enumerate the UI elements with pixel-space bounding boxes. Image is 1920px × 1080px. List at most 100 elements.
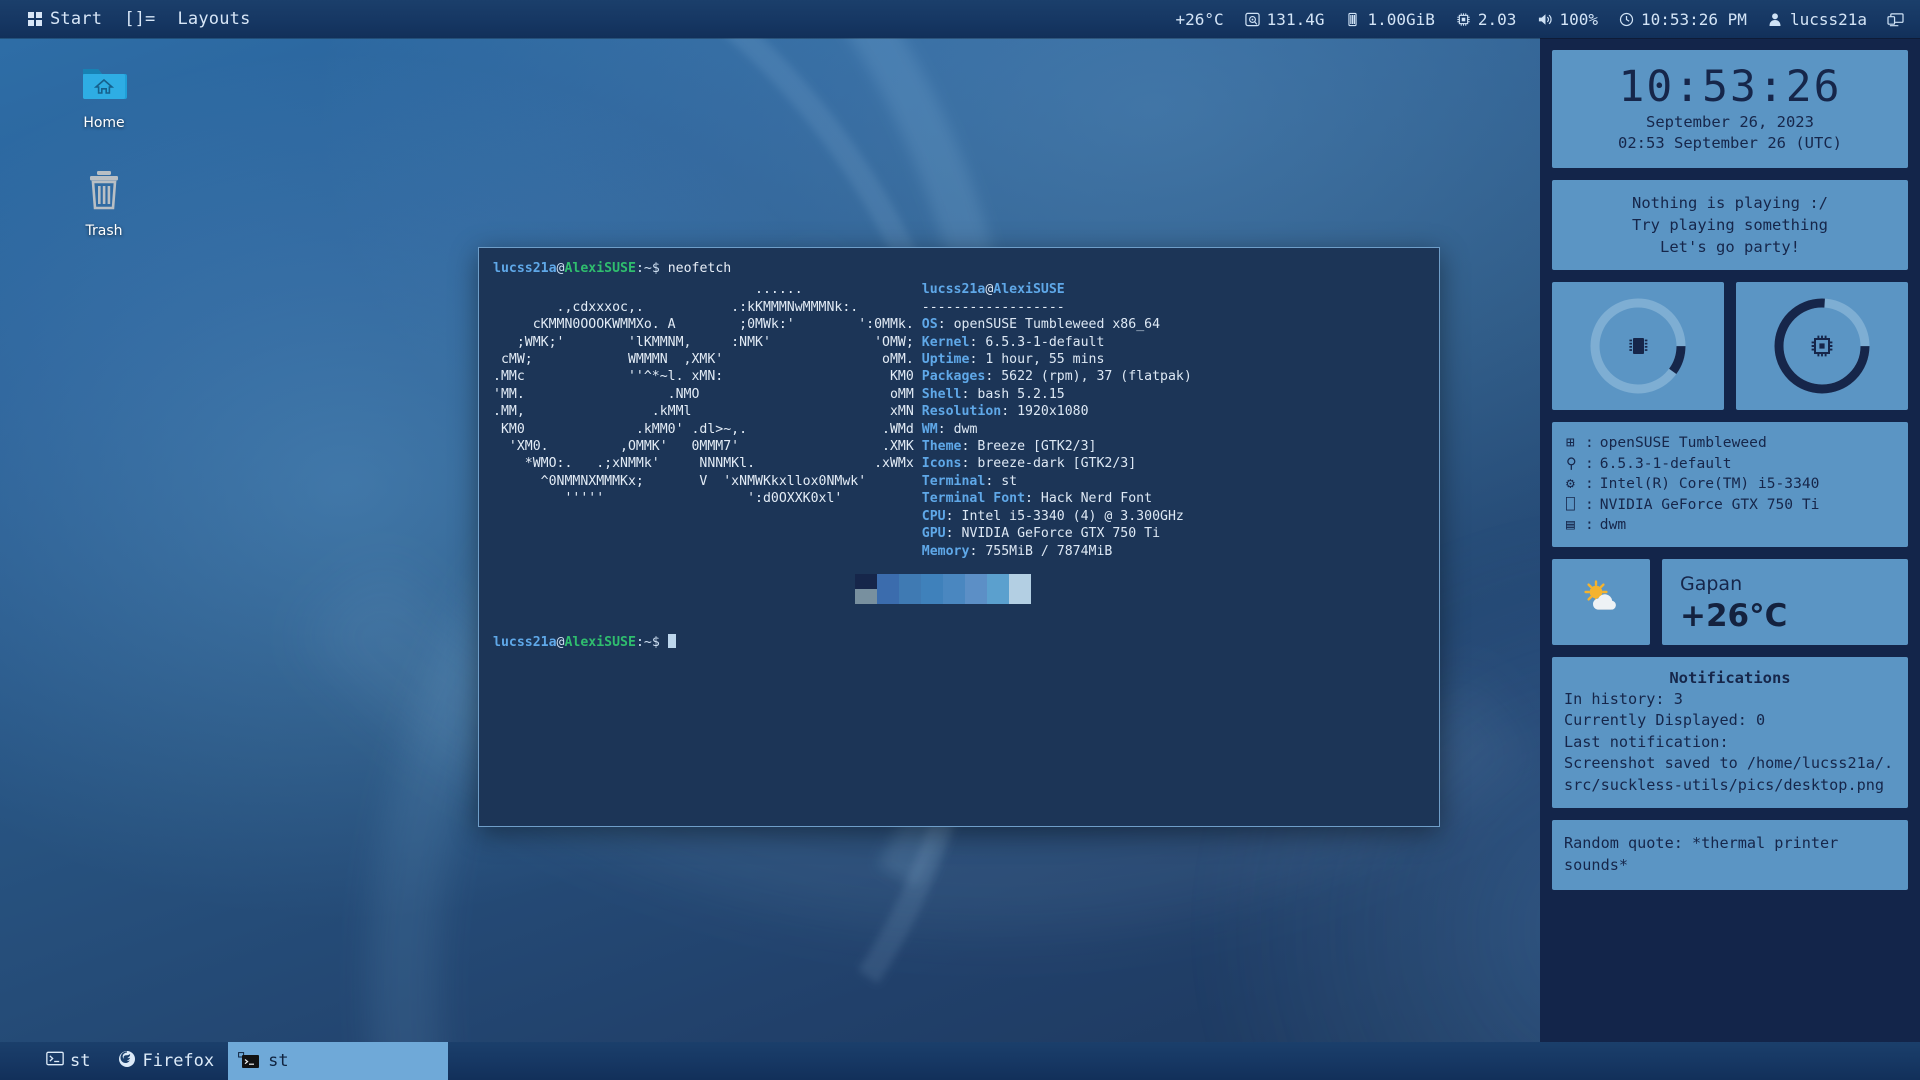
status-user[interactable]: lucss21a	[1767, 10, 1867, 29]
neofetch-ascii-art: ...... .,cdxxxoc,. .:kKMMMNwMMMNk:. cKMM…	[493, 282, 914, 507]
taskbar: st Firefox st	[0, 1042, 1920, 1080]
status-disk[interactable]: 131.4G	[1244, 10, 1324, 29]
neofetch-info-rows: OS: openSUSE Tumbleweed x86_64 Kernel: 6.…	[922, 316, 1192, 560]
speaker-icon	[1536, 11, 1553, 28]
palette-swatch	[877, 573, 899, 589]
terminal-icon	[46, 1051, 64, 1071]
status-volume[interactable]: 100%	[1536, 10, 1598, 29]
weather-city: Gapan	[1680, 572, 1743, 595]
neofetch-row: OS: openSUSE Tumbleweed x86_64	[921, 317, 1161, 333]
taskbar-window-st[interactable]: st	[228, 1042, 449, 1080]
neofetch-row: WM: dwm	[921, 421, 978, 437]
trash-icon	[56, 164, 152, 216]
neofetch-row-key: GPU	[921, 526, 946, 542]
palette-row-dim	[855, 588, 1425, 604]
palette-swatch	[965, 573, 987, 589]
final-prompt-host: AlexiSUSE	[564, 634, 636, 650]
neofetch-row-value: Hack Nerd Font	[1040, 491, 1153, 507]
firefox-icon	[118, 1050, 136, 1073]
neofetch-row-key: Icons	[921, 456, 962, 472]
taskbar-launcher-st[interactable]: st	[32, 1042, 104, 1080]
neofetch-row-value: breeze-dark [GTK2/3]	[977, 456, 1137, 472]
neofetch-rule: ------------------	[921, 299, 1065, 315]
clock-date: September 26, 2023	[1646, 113, 1814, 131]
desktop-icon-trash[interactable]: Trash	[56, 164, 152, 239]
neofetch-row: CPU: Intel i5-3340 (4) @ 3.300GHz	[921, 508, 1184, 524]
neofetch-row: Resolution: 1920x1080	[921, 404, 1089, 420]
notifications-currently-displayed: Currently Displayed: 0	[1564, 711, 1766, 729]
neofetch-row-value: Breeze [GTK2/3]	[977, 439, 1097, 455]
cpu-gauge-widget[interactable]	[1736, 282, 1908, 410]
neofetch-row-value: NVIDIA GeForce GTX 750 Ti	[961, 526, 1161, 542]
music-line-2: Try playing something	[1632, 216, 1828, 234]
neofetch-row-key: Memory	[921, 543, 970, 559]
notifications-widget[interactable]: Notifications In history: 3 Currently Di…	[1552, 656, 1908, 808]
ram-gauge-widget[interactable]	[1552, 282, 1724, 410]
weather-widget[interactable]: Gapan +26°C	[1552, 558, 1908, 645]
sysinfo-value: dwm	[1599, 516, 1627, 533]
desktop-icon-home[interactable]: Home	[56, 56, 152, 131]
palette-swatch	[987, 573, 1009, 589]
prompt-host: AlexiSUSE	[564, 261, 636, 276]
neofetch-info-column: lucss21a@AlexiSUSE ------------------ OS…	[922, 281, 1192, 560]
status-memory[interactable]: 1.00GiB	[1344, 10, 1435, 29]
neofetch-row: Icons: breeze-dark [GTK2/3]	[921, 456, 1137, 472]
eww-sidebar: 10:53:26 September 26, 2023 02:53 Septem…	[1540, 38, 1920, 1042]
system-info-widget: ⊞: openSUSE Tumbleweed ⚲:6.5.3-1-default ⚙:…	[1552, 422, 1908, 547]
neofetch-row-value: dwm	[953, 421, 978, 437]
weather-main: Gapan +26°C	[1662, 558, 1908, 645]
layouts-button[interactable]: Layouts	[178, 9, 251, 29]
palette-swatch	[899, 573, 921, 589]
system-tray-button[interactable]	[1887, 11, 1904, 28]
neofetch-row-value: openSUSE Tumbleweed x86_64	[953, 317, 1161, 333]
palette-swatch	[899, 588, 921, 604]
clock-utc: 02:53 September 26 (UTC)	[1618, 134, 1842, 152]
sysinfo-separator: :	[1585, 454, 1594, 472]
person-icon	[1767, 11, 1784, 28]
neofetch-title-user: lucss21a	[921, 282, 986, 298]
weather-temp: +26°C	[1680, 597, 1788, 634]
folder-home-icon	[56, 56, 152, 108]
taskbar-launcher-firefox[interactable]: Firefox	[104, 1042, 228, 1080]
start-button[interactable]: Start	[28, 9, 102, 29]
neofetch-row-key: Shell	[921, 386, 962, 402]
sysinfo-value: Intel(R) Core(TM) i5-3340	[1599, 475, 1820, 492]
status-clock[interactable]: 10:53:26 PM	[1618, 10, 1747, 29]
taskbar-launcher-st-label: st	[70, 1051, 91, 1071]
desktop: Start []= Layouts +26°C 131.4G 1.00GiB 2…	[0, 0, 1920, 1080]
neofetch-row-key: Terminal Font	[921, 491, 1026, 507]
sysinfo-value: 6.5.3-1-default	[1599, 454, 1732, 472]
sysinfo-separator: :	[1585, 475, 1594, 492]
cpu-load-value: 2.03	[1477, 9, 1517, 29]
status-cpu-load[interactable]: 2.03	[1455, 9, 1517, 29]
gauges-row	[1552, 282, 1908, 410]
palette-swatch	[943, 588, 965, 604]
music-widget[interactable]: Nothing is playing :/ Try playing someth…	[1552, 180, 1908, 270]
status-temperature[interactable]: +26°C	[1176, 10, 1224, 29]
distro-icon: ⊞	[1566, 434, 1575, 451]
palette-swatch	[1009, 573, 1031, 589]
neofetch-row-value: 1 hour, 55 mins	[985, 352, 1105, 368]
temperature-value: +26°C	[1175, 9, 1224, 29]
neofetch-row: Shell: bash 5.2.15	[921, 386, 1065, 402]
palette-swatch	[855, 588, 877, 604]
neofetch-row-key: Uptime	[921, 352, 970, 368]
wm-icon: ▤	[1566, 516, 1575, 533]
terminal-window-icon	[238, 1052, 260, 1070]
terminal-window[interactable]: lucss21a@AlexiSUSE:~$ neofetch ...... .,…	[478, 247, 1440, 827]
layouts-label: Layouts	[177, 9, 251, 29]
neofetch-row-key: WM	[921, 421, 938, 437]
disk-icon	[1244, 11, 1261, 28]
neofetch-row: Theme: Breeze [GTK2/3]	[921, 439, 1097, 455]
neofetch-row-key: Kernel	[921, 334, 970, 350]
palette-swatch	[921, 588, 943, 604]
neofetch-row-key: Packages	[921, 369, 986, 385]
layout-indicator[interactable]: []=	[124, 9, 155, 29]
neofetch-row-key: CPU	[921, 508, 946, 524]
topbar-left-group: Start []= Layouts	[0, 9, 251, 29]
quote-text: Random quote: *thermal printer sounds*	[1564, 834, 1839, 874]
neofetch-row: Kernel: 6.5.3-1-default	[921, 334, 1105, 350]
sysinfo-separator: :	[1585, 434, 1594, 451]
taskbar-launcher-firefox-label: Firefox	[142, 1051, 215, 1071]
neofetch-row-key: Terminal	[921, 473, 986, 489]
